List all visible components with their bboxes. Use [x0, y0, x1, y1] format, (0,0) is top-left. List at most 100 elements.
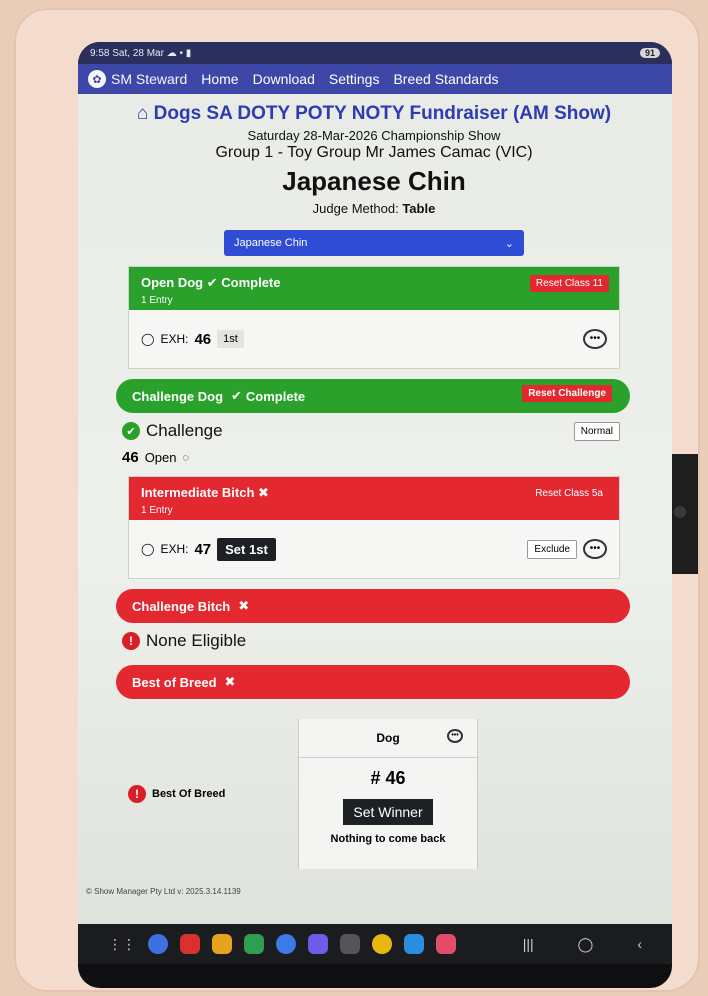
set-winner-button[interactable]: Set Winner	[343, 799, 433, 825]
open-dog-card: Open Dog ✔ Complete 1 Entry Reset Class …	[128, 266, 620, 369]
open-dog-header: Open Dog ✔ Complete 1 Entry Reset Class …	[129, 267, 619, 310]
none-eligible-text: None Eligible	[146, 631, 247, 650]
reset-class-11-button[interactable]: Reset Class 11	[529, 275, 609, 292]
nothing-to-come-back: Nothing to come back	[330, 833, 446, 845]
intermediate-bitch-card: Intermediate Bitch ✖ 1 Entry Reset Class…	[128, 476, 620, 579]
status-time: 9:58	[90, 47, 110, 59]
intermediate-bitch-entries: 1 Entry	[141, 505, 173, 516]
challenge-dog-status: Complete	[245, 388, 306, 404]
app-icon-3[interactable]	[212, 934, 232, 954]
intermediate-bitch-entry-row: ◯ EXH: 47 Set 1st Exclude •••	[129, 520, 619, 578]
check-circle-icon: ✔	[122, 422, 140, 440]
challenge-award: Challenge	[146, 421, 223, 440]
best-of-breed-section: ! Best Of Breed Dog ••• # 46 Set Winner …	[128, 709, 620, 879]
radio-icon[interactable]: ◯	[141, 332, 154, 346]
page-title: ⌂ Dogs SA DOTY POTY NOTY Fundraiser (AM …	[128, 102, 620, 126]
winner-class: Open	[144, 450, 177, 465]
challenge-dog-title: Challenge Dog	[132, 388, 224, 404]
warning-icon: !	[128, 785, 146, 803]
screen: 9:58 Sat, 28 Mar ☁ • ▮ 91 ✿ SM Steward H…	[78, 42, 672, 988]
app-icon-1[interactable]	[148, 934, 168, 954]
main-content: ⌂ Dogs SA DOTY POTY NOTY Fundraiser (AM …	[78, 94, 672, 924]
normal-button[interactable]: Normal	[573, 421, 620, 441]
intermediate-bitch-header: Intermediate Bitch ✖ 1 Entry Reset Class…	[129, 477, 619, 520]
play-store-icon[interactable]	[404, 934, 424, 954]
check-icon: ✔	[206, 275, 218, 290]
status-bar: 9:58 Sat, 28 Mar ☁ • ▮ 91	[78, 42, 672, 64]
none-eligible-row: ! None Eligible	[122, 631, 620, 651]
status-left: 9:58 Sat, 28 Mar ☁ • ▮	[90, 48, 191, 59]
paw-icon: ✿	[88, 70, 106, 88]
home-circle-icon[interactable]: ◯	[578, 936, 594, 953]
battery-indicator: 91	[639, 48, 660, 58]
breed-heading: Japanese Chin	[282, 166, 466, 196]
radio-icon[interactable]: ◯	[141, 542, 154, 556]
bob-candidate-number: # 46	[370, 768, 406, 788]
nav-home[interactable]: Home	[201, 71, 238, 87]
comment-icon[interactable]: •••	[447, 729, 463, 743]
placing-badge[interactable]: 1st	[217, 330, 244, 348]
set-1st-button[interactable]: Set 1st	[217, 537, 276, 561]
top-navbar: ✿ SM Steward Home Download Settings Bree…	[78, 64, 672, 94]
nav-download[interactable]: Download	[253, 71, 315, 87]
back-icon[interactable]: ‹	[637, 936, 642, 953]
brand-label: SM Steward	[111, 71, 188, 87]
app-icon-7[interactable]	[340, 934, 360, 954]
app-icon-2[interactable]	[180, 934, 200, 954]
close-icon: ✖	[224, 674, 236, 689]
group-heading: Group 1 - Toy Group Mr James Camac (VIC)	[215, 144, 533, 161]
app-drawer-icon[interactable]: ⋮⋮	[108, 936, 136, 953]
open-dog-status: Complete	[221, 275, 281, 290]
open-dog-entry-row: ◯ EXH: 46 1st •••	[129, 310, 619, 368]
app-icon-5[interactable]	[276, 934, 296, 954]
tablet-frame: 9:58 Sat, 28 Mar ☁ • ▮ 91 ✿ SM Steward H…	[14, 8, 700, 992]
best-of-breed-bar: Best of Breed ✖	[116, 665, 630, 699]
warning-icon: !	[122, 632, 140, 650]
judge-method-label: Judge Method:	[312, 201, 399, 216]
comment-icon[interactable]: •••	[583, 539, 607, 559]
exh-label: EXH:	[160, 332, 189, 346]
bob-column-header: Dog •••	[299, 719, 477, 758]
photos-icon[interactable]	[436, 934, 456, 954]
best-of-breed-table: Dog ••• # 46 Set Winner Nothing to come …	[298, 719, 478, 869]
camera-icon	[674, 506, 686, 518]
check-icon: ✔	[231, 388, 242, 403]
reset-class-5a-button[interactable]: Reset Class 5a	[529, 485, 609, 502]
comment-icon[interactable]: ◌	[183, 452, 190, 464]
chevron-down-icon: ⌄	[504, 237, 514, 250]
judge-method: Judge Method: Table	[128, 201, 620, 216]
comment-icon[interactable]: •••	[583, 329, 607, 349]
best-of-breed-title: Best of Breed	[132, 674, 217, 690]
exh-label: EXH:	[160, 542, 189, 556]
intermediate-bitch-title: Intermediate Bitch	[141, 485, 255, 500]
challenge-winner-row: 46 Open ◌	[122, 449, 620, 466]
nav-breed-standards[interactable]: Breed Standards	[393, 71, 498, 87]
exclude-button[interactable]: Exclude	[527, 539, 577, 559]
recent-apps-icon[interactable]: |||	[523, 936, 534, 953]
challenge-bitch-bar: Challenge Bitch ✖	[116, 589, 630, 623]
page-title-text: Dogs SA DOTY POTY NOTY Fundraiser (AM Sh…	[153, 103, 612, 124]
reset-challenge-button[interactable]: Reset Challenge	[522, 385, 612, 402]
breed-select-value: Japanese Chin	[234, 237, 308, 249]
best-of-breed-label: Best Of Breed	[152, 788, 226, 800]
app-icon-6[interactable]	[308, 934, 328, 954]
brand[interactable]: ✿ SM Steward	[88, 70, 187, 88]
app-icon-4[interactable]	[244, 934, 264, 954]
chrome-icon[interactable]	[372, 934, 392, 954]
bob-col-dog: Dog	[376, 731, 400, 745]
notification-icons: ☁ • ▮	[166, 47, 192, 59]
breed-select[interactable]: Japanese Chin ⌄	[224, 230, 524, 256]
status-date: Sat, 28 Mar	[112, 47, 164, 59]
show-subtitle: Saturday 28-Mar-2026 Championship Show	[247, 128, 501, 143]
best-of-breed-label-row: ! Best Of Breed	[128, 785, 298, 803]
android-taskbar: ⋮⋮ ||| ◯ ‹	[78, 924, 672, 964]
home-icon: ⌂	[136, 103, 149, 124]
system-nav: ||| ◯ ‹	[523, 936, 642, 953]
nav-settings[interactable]: Settings	[329, 71, 380, 87]
close-icon: ✖	[258, 485, 269, 500]
exh-number: 46	[194, 330, 212, 348]
open-dog-title: Open Dog	[141, 275, 204, 290]
challenge-dog-bar: Challenge Dog ✔ Complete Reset Challenge	[116, 379, 630, 413]
footer-copyright: © Show Manager Pty Ltd v: 2025.3.14.1139	[86, 887, 241, 896]
close-icon: ✖	[238, 598, 250, 613]
